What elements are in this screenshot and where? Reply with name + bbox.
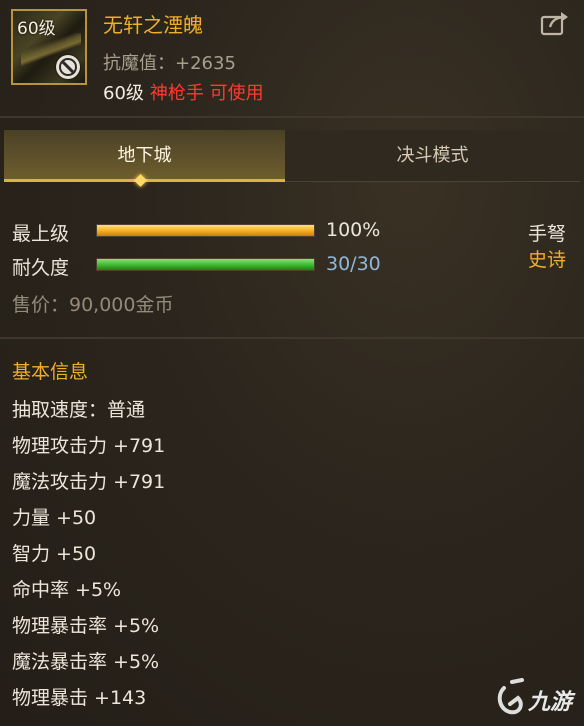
upgrade-bar <box>96 224 315 237</box>
share-icon[interactable] <box>540 9 572 37</box>
info-line: 物理暴击 +143 <box>12 687 147 709</box>
upgrade-bar-fill <box>97 225 314 236</box>
basic-info-title: 基本信息 <box>12 361 89 383</box>
info-line: 抽取速度：普通 <box>12 399 146 421</box>
durability-bar-fill <box>97 259 314 270</box>
tab-dungeon[interactable]: 地下城 <box>4 130 285 182</box>
upgrade-value: 100% <box>326 219 381 241</box>
info-line: 物理攻击力 +791 <box>12 435 166 457</box>
item-name: 无轩之湮魄 <box>103 13 203 37</box>
durability-bar <box>96 258 315 271</box>
info-line: 魔法攻击力 +791 <box>12 471 166 493</box>
item-header: 60级 无轩之湮魄 抗魔值：+2635 60级 神枪手 可使用 <box>0 0 584 116</box>
info-line: 物理暴击率 +5% <box>12 615 160 637</box>
item-icon[interactable]: 60级 <box>11 9 87 85</box>
durability-value: 30/30 <box>326 253 381 275</box>
info-line: 命中率 +5% <box>12 579 122 601</box>
upgrade-label: 最上级 <box>12 223 70 245</box>
watermark-text: 九游 <box>528 690 573 715</box>
tab-duel-mode[interactable]: 决斗模式 <box>285 130 580 182</box>
info-line: 魔法暴击率 +5% <box>12 651 160 673</box>
item-no-entry-icon <box>56 55 80 79</box>
durability-label: 耐久度 <box>12 257 70 279</box>
item-main-stat: 抗魔值：+2635 <box>103 53 236 74</box>
basic-info-list: 抽取速度：普通 物理攻击力 +791 魔法攻击力 +791 力量 +50 智力 … <box>12 396 165 720</box>
rarity-label: 史诗 <box>528 249 567 271</box>
item-level-badge: 60级 <box>17 19 56 39</box>
section-divider <box>0 337 584 339</box>
sell-price: 售价：90,000金币 <box>12 294 174 316</box>
info-line: 力量 +50 <box>12 507 97 529</box>
info-line: 智力 +50 <box>12 543 97 565</box>
mode-tabs: 地下城 决斗模式 <box>4 130 580 182</box>
item-tooltip-panel: 60级 无轩之湮魄 抗魔值：+2635 60级 神枪手 可使用 地下城 决斗模式 … <box>0 0 584 726</box>
header-divider <box>0 116 584 118</box>
required-class: 神枪手 可使用 <box>149 83 264 104</box>
item-requirement: 60级 神枪手 可使用 <box>103 79 264 105</box>
required-level: 60级 <box>103 83 144 104</box>
weapon-type: 手弩 <box>528 223 567 245</box>
